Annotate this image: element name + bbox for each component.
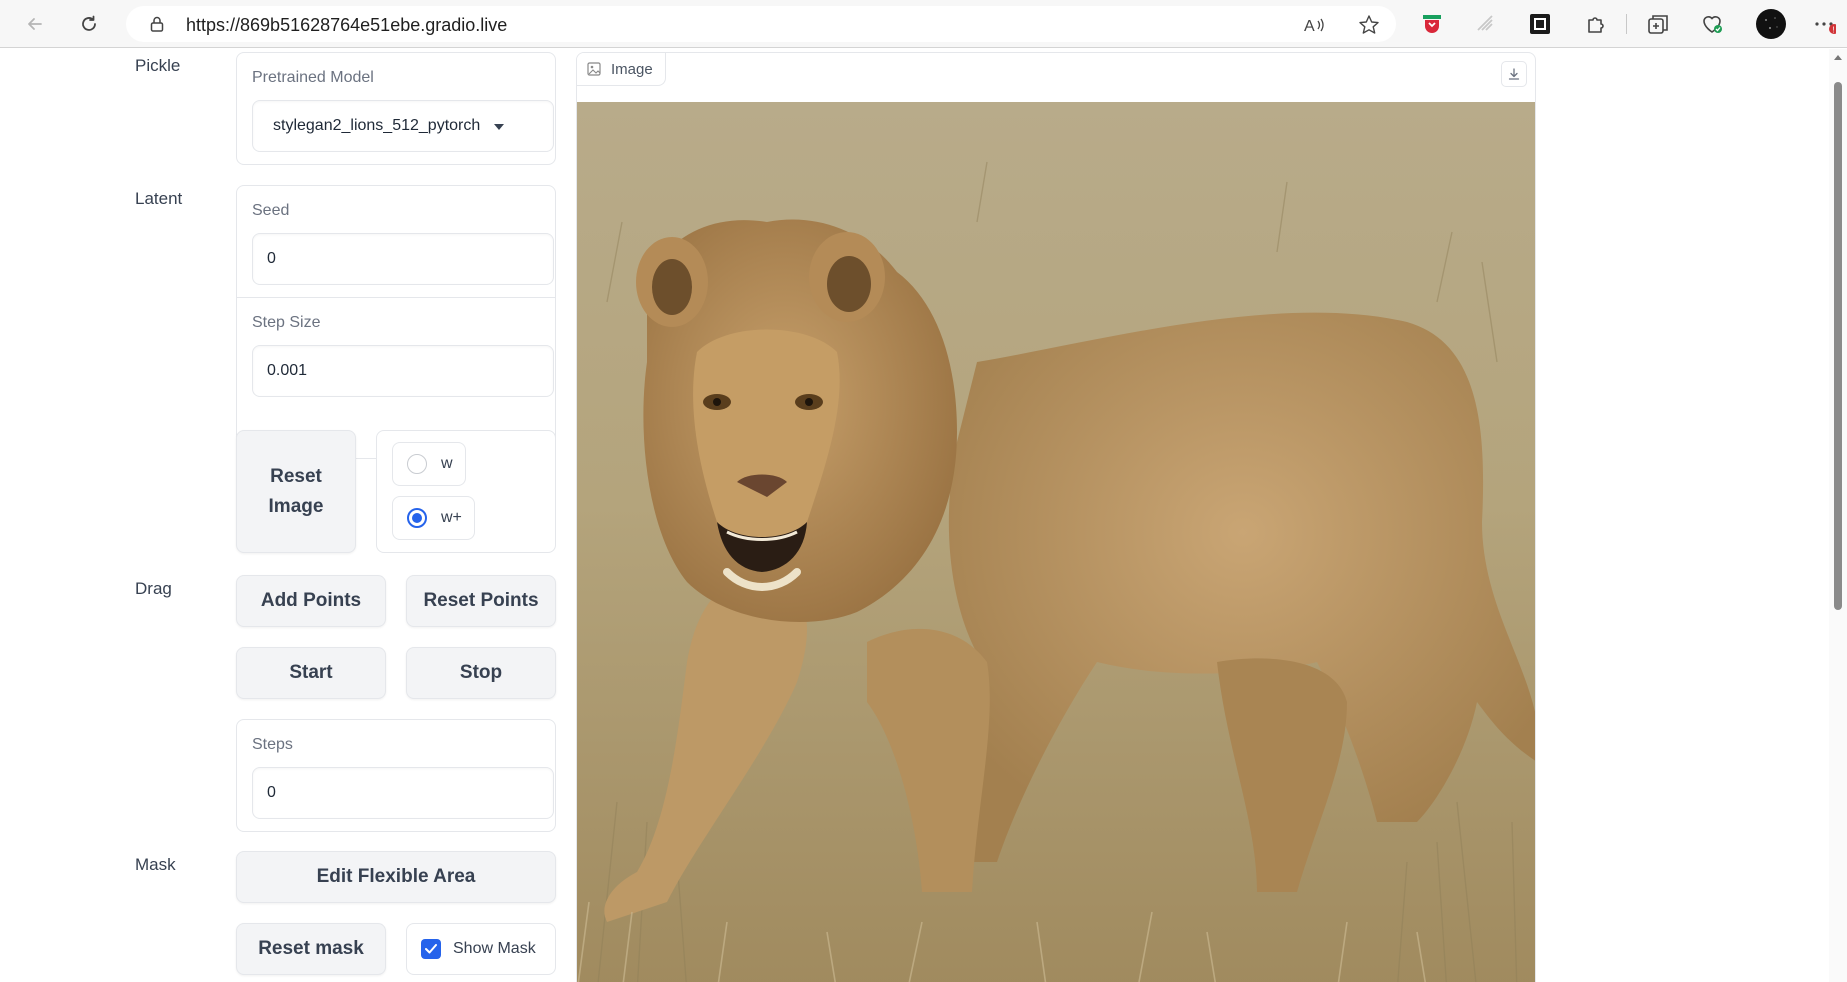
steps-label: Steps [252, 736, 293, 753]
browser-essentials-icon[interactable] [1700, 12, 1724, 36]
extensions-puzzle-icon[interactable] [1584, 12, 1608, 36]
mask-row-label: Mask [135, 855, 176, 874]
read-aloud-icon[interactable]: A [1303, 14, 1325, 36]
caret-down-icon [494, 117, 505, 135]
steps-panel: Steps 0 [236, 719, 556, 832]
latent-row-label: Latent [135, 189, 183, 208]
seed-input[interactable]: 0 [252, 233, 554, 285]
address-bar[interactable]: https://869b51628764e51ebe.gradio.live A [126, 6, 1396, 42]
pretrained-model-label: Pretrained Model [252, 69, 374, 86]
generated-lion-image[interactable] [577, 102, 1536, 982]
tracking-extension-icon[interactable] [1474, 12, 1498, 36]
reset-mask-button[interactable]: Reset mask [236, 923, 386, 975]
add-points-button[interactable]: Add Points [236, 575, 386, 627]
lock-icon[interactable] [148, 15, 166, 33]
scrollbar-thumb[interactable] [1834, 82, 1842, 610]
image-tag-label: Image [611, 60, 653, 78]
refresh-icon[interactable] [73, 8, 105, 40]
step-size-input[interactable]: 0.001 [252, 345, 554, 397]
shield-extension-icon[interactable] [1420, 12, 1444, 36]
svg-text:A: A [1304, 18, 1315, 35]
step-size-label: Step Size [252, 314, 321, 331]
notification-badge: ! [1833, 26, 1835, 35]
dropdown-selected-value: stylegan2_lions_512_pytorch [273, 117, 481, 134]
radio-label-w: w [441, 455, 453, 472]
collections-icon[interactable] [1646, 12, 1670, 36]
reset-points-button[interactable]: Reset Points [406, 575, 556, 627]
url-text[interactable]: https://869b51628764e51ebe.gradio.live [186, 15, 507, 36]
download-icon[interactable] [1501, 61, 1527, 87]
more-menu-icon[interactable]: ! [1812, 12, 1836, 36]
checkmark-icon [425, 944, 437, 954]
seed-label: Seed [252, 202, 290, 219]
square-extension-icon[interactable] [1528, 12, 1552, 36]
show-mask-checkbox[interactable] [421, 939, 441, 959]
radio-option-w-plus[interactable]: w+ [392, 496, 475, 540]
image-tag: Image [577, 53, 666, 86]
image-icon [587, 62, 601, 76]
page-scrollbar[interactable] [1829, 49, 1847, 982]
radio-button-w[interactable] [407, 454, 427, 474]
drag-row-label: Drag [135, 579, 172, 598]
favorite-star-icon[interactable] [1358, 14, 1380, 36]
toolbar-divider [1626, 14, 1627, 34]
gradio-app: Pickle Latent Drag Mask Pretrained Model… [0, 49, 1828, 982]
start-button[interactable]: Start [236, 647, 386, 699]
reset-image-button[interactable]: Reset Image [236, 430, 356, 553]
pretrained-model-dropdown[interactable]: stylegan2_lions_512_pytorch [252, 100, 554, 152]
browser-toolbar: https://869b51628764e51ebe.gradio.live A… [0, 0, 1847, 48]
radio-button-w-plus[interactable] [407, 508, 427, 528]
panel-divider [237, 297, 555, 298]
steps-input[interactable]: 0 [252, 767, 554, 819]
edit-flexible-area-button[interactable]: Edit Flexible Area [236, 851, 556, 903]
show-mask-checkbox-panel[interactable]: Show Mask [406, 923, 556, 975]
back-arrow-icon[interactable] [19, 8, 51, 40]
pickle-row-label: Pickle [135, 56, 181, 75]
profile-avatar-icon[interactable] [1755, 8, 1787, 40]
radio-option-w[interactable]: w [392, 442, 466, 486]
scroll-up-arrow-icon[interactable] [1833, 53, 1843, 63]
stop-button[interactable]: Stop [406, 647, 556, 699]
pretrained-model-panel: Pretrained Model stylegan2_lions_512_pyt… [236, 52, 556, 165]
latent-space-radio-group: w w+ [376, 430, 556, 553]
radio-label-w-plus: w+ [441, 509, 462, 526]
latent-params-panel: Seed 0 Step Size 0.001 [236, 185, 556, 459]
image-panel: Image [576, 52, 1536, 982]
show-mask-label: Show Mask [453, 940, 536, 957]
